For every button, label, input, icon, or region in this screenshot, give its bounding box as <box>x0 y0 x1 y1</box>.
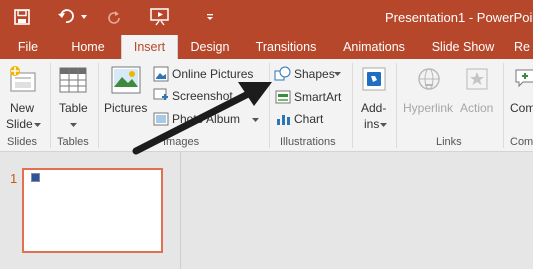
table-icon <box>59 67 87 93</box>
slide-thumbnail[interactable] <box>22 168 163 253</box>
group-separator <box>269 63 270 148</box>
group-label-illustrations: Illustrations <box>280 136 336 148</box>
shapes-icon <box>274 66 291 81</box>
chart-icon <box>277 115 290 125</box>
group-separator <box>503 63 504 148</box>
tab-insert[interactable]: Insert <box>121 35 178 59</box>
chevron-down-icon <box>380 123 387 127</box>
action-icon <box>466 68 488 90</box>
hyperlink-label: Hyperlink <box>403 101 454 115</box>
photo-album-button[interactable]: Photo Album <box>152 110 270 128</box>
screenshot-icon <box>153 88 168 100</box>
group-separator <box>396 63 397 148</box>
new-slide-label: New <box>10 101 35 115</box>
chevron-down-icon <box>334 72 341 76</box>
pictures-label: Pictures <box>104 101 148 115</box>
chevron-down-icon <box>34 123 41 127</box>
group-label-images: Images <box>163 136 200 148</box>
thumbnail-pane-divider[interactable] <box>180 152 181 269</box>
comment-label: Com <box>510 101 533 115</box>
shapes-label: Shapes <box>294 67 335 81</box>
table-button[interactable]: Table <box>53 63 95 133</box>
chevron-down-icon <box>252 118 259 122</box>
start-from-beginning-icon[interactable] <box>147 6 173 28</box>
action-button[interactable]: Action <box>458 63 498 133</box>
photo-album-label: Photo Album <box>172 112 241 126</box>
tab-design[interactable]: Design <box>187 35 233 59</box>
group-separator <box>98 63 99 148</box>
redo-icon[interactable] <box>104 6 124 28</box>
add-ins-label: Add- <box>361 101 387 115</box>
undo-button[interactable] <box>56 6 90 28</box>
chart-button[interactable]: Chart <box>273 110 353 128</box>
group-label-tables: Tables <box>57 136 89 148</box>
screenshot-label: Screenshot <box>172 89 233 103</box>
tab-transitions[interactable]: Transitions <box>251 35 321 59</box>
group-label-comments: Com <box>510 136 533 148</box>
window-title: Presentation1 - PowerPoint <box>385 10 533 25</box>
slide-number: 1 <box>10 171 18 186</box>
new-slide-icon <box>10 66 36 92</box>
comment-icon <box>515 69 533 88</box>
smartart-label: SmartArt <box>294 90 342 104</box>
photo-album-icon <box>153 112 169 126</box>
online-pictures-icon <box>153 66 169 82</box>
tab-file[interactable]: File <box>10 35 46 59</box>
tab-review[interactable]: Re <box>514 35 533 59</box>
add-ins-button[interactable]: Add- ins <box>355 63 393 133</box>
chevron-down-icon <box>70 123 77 127</box>
group-label-links: Links <box>436 136 462 148</box>
new-slide-label-2: Slide <box>6 117 33 131</box>
shapes-button[interactable]: Shapes <box>273 65 353 83</box>
screenshot-button[interactable]: Screenshot <box>152 87 270 105</box>
pictures-button[interactable]: Pictures <box>102 63 150 133</box>
add-ins-label-2: ins <box>364 117 380 131</box>
group-separator <box>352 63 353 148</box>
table-label: Table <box>59 101 88 115</box>
comment-button[interactable]: Com <box>506 63 533 133</box>
smartart-button[interactable]: SmartArt <box>273 88 353 106</box>
smartart-icon <box>275 90 291 104</box>
group-separator <box>50 63 51 148</box>
tab-home[interactable]: Home <box>68 35 108 59</box>
tab-animations[interactable]: Animations <box>338 35 410 59</box>
thumbnail-marker-icon <box>31 173 40 182</box>
tab-slide-show[interactable]: Slide Show <box>428 35 498 59</box>
online-pictures-label: Online Pictures <box>172 67 254 81</box>
chart-label: Chart <box>294 112 324 126</box>
group-label-slides: Slides <box>7 136 37 148</box>
action-label: Action <box>460 101 494 115</box>
store-icon <box>362 67 386 91</box>
customize-qat-icon[interactable] <box>201 6 219 28</box>
pictures-icon <box>111 66 141 94</box>
undo-icon <box>58 9 87 23</box>
hyperlink-icon <box>418 68 440 90</box>
hyperlink-button[interactable]: Hyperlink <box>400 63 458 133</box>
save-icon[interactable] <box>10 6 34 28</box>
online-pictures-button[interactable]: Online Pictures <box>152 65 270 83</box>
new-slide-button[interactable]: New Slide <box>2 63 44 133</box>
